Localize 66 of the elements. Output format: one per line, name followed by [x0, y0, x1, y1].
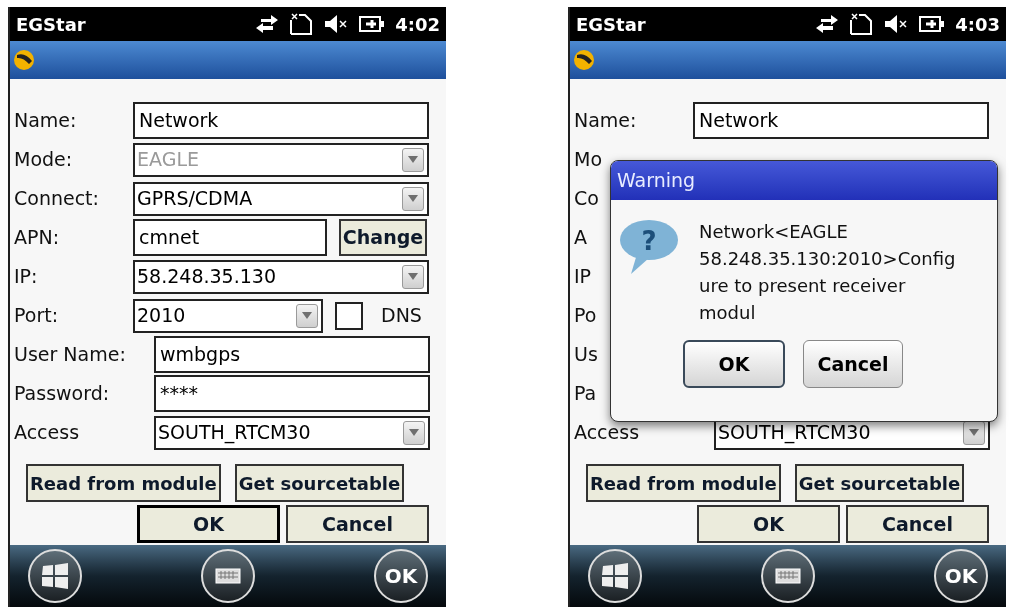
start-button[interactable] — [28, 549, 82, 603]
dialog-action-button[interactable]: Cancel — [846, 505, 989, 543]
field-label: Mode: — [14, 147, 74, 173]
dialog-message: Network<EAGLE 58.248.35.130:2010>Config ure to present receiver modul — [699, 220, 956, 325]
clock-time: 4:02 — [395, 12, 440, 37]
dropdown[interactable]: 58.248.35.130 — [133, 259, 429, 294]
field-label: APN: — [14, 225, 61, 251]
change-button[interactable]: Change — [339, 219, 427, 256]
action-button[interactable]: Get sourcetable — [234, 464, 405, 502]
dialog-action-button[interactable]: OK — [697, 505, 840, 543]
clock-time: 4:03 — [955, 12, 1000, 37]
dialog-title: Warning — [617, 168, 696, 194]
field-label: Name: — [14, 108, 78, 134]
dropdown[interactable]: 2010 — [133, 298, 323, 333]
field-label: Password: — [14, 381, 111, 407]
field-label: IP — [574, 264, 592, 290]
field-label: Access — [14, 420, 81, 446]
dialog-action-button[interactable]: Cancel — [286, 505, 429, 543]
text-field[interactable]: cmnet — [133, 219, 327, 256]
field-label: Port: — [14, 303, 60, 329]
field-label: Co — [574, 186, 599, 212]
field-label: User Name: — [14, 342, 127, 368]
field-label: Us — [574, 342, 598, 368]
dialog-action-button[interactable]: OK — [137, 505, 280, 543]
muted-speaker-icon — [883, 14, 910, 34]
text-field[interactable]: wmbgps — [154, 336, 430, 373]
dropdown[interactable]: SOUTH_RTCM30 — [154, 415, 430, 450]
app-title: EGStar — [16, 12, 86, 37]
sim-card-icon — [289, 13, 314, 35]
field-label: Pa — [574, 381, 597, 407]
sync-arrows-icon — [255, 14, 280, 34]
field-label: Access — [574, 420, 641, 446]
field-label: Connect: — [14, 186, 100, 212]
keyboard-button[interactable] — [761, 549, 815, 603]
text-field[interactable]: Network — [133, 102, 429, 139]
field-label: IP: — [14, 264, 39, 290]
sync-arrows-icon — [815, 14, 840, 34]
windows-logo-icon — [601, 563, 629, 589]
checkbox[interactable] — [335, 301, 363, 330]
dialog-button[interactable]: Cancel — [803, 340, 903, 388]
ok-softkey[interactable]: OK — [374, 549, 428, 603]
field-label: Mo — [574, 147, 603, 173]
dialog-button[interactable]: OK — [683, 340, 785, 388]
sim-card-icon — [849, 13, 874, 35]
battery-charging-icon — [359, 15, 386, 33]
text-field[interactable]: **** — [154, 375, 430, 412]
start-button[interactable] — [588, 549, 642, 603]
field-label: Po — [574, 303, 597, 329]
keyboard-button[interactable] — [201, 549, 255, 603]
keyboard-icon — [215, 568, 241, 584]
windows-logo-icon — [41, 563, 69, 589]
muted-speaker-icon — [323, 14, 350, 34]
app-title: EGStar — [576, 12, 646, 37]
action-button[interactable]: Get sourcetable — [794, 464, 965, 502]
battery-charging-icon — [919, 15, 946, 33]
helmet-icon — [13, 49, 35, 71]
keyboard-icon — [775, 568, 801, 584]
field-label: A — [574, 225, 587, 251]
dropdown[interactable]: GPRS/CDMA — [133, 181, 429, 216]
action-button[interactable]: Read from module — [26, 464, 221, 502]
ok-softkey[interactable]: OK — [934, 549, 988, 603]
helmet-icon — [573, 49, 595, 71]
text-field[interactable]: Network — [693, 102, 989, 139]
action-button[interactable]: Read from module — [586, 464, 781, 502]
checkbox-label: DNS — [381, 303, 422, 329]
field-label: Name: — [574, 108, 638, 134]
